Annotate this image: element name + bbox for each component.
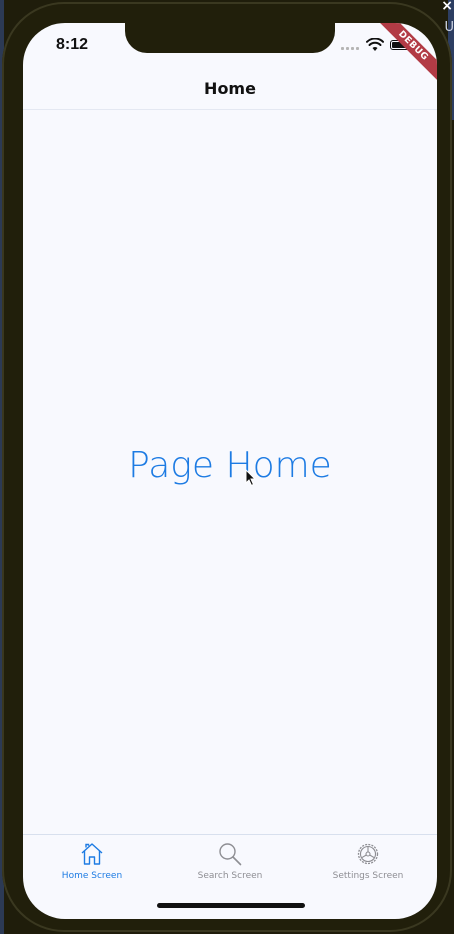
desktop-partial-text: U [444,20,454,35]
settings-icon [357,843,379,865]
page-content-text: Page Home [128,445,332,486]
tab-search-label: Search Screen [197,871,263,881]
phone-frame: 8:12 DEBUG Home Page Home Home Screen Se… [2,2,452,932]
tab-settings-label: Settings Screen [332,871,404,881]
mouse-cursor-icon [245,469,257,487]
home-icon [81,843,103,865]
camera-notch [125,23,335,53]
cellular-signal-icon [341,47,359,50]
tab-home-label: Home Screen [61,871,123,881]
page-title: Home [204,78,256,98]
navigation-bar: Home [23,67,437,110]
desktop-close-button[interactable]: × [441,0,453,14]
phone-screen: 8:12 DEBUG Home Page Home Home Screen Se… [23,23,437,919]
search-icon [219,843,242,866]
home-indicator[interactable] [157,903,305,908]
tab-home[interactable]: Home Screen [23,835,161,919]
status-time: 8:12 [56,36,89,53]
wifi-icon [366,38,384,51]
tab-settings[interactable]: Settings Screen [299,835,437,919]
